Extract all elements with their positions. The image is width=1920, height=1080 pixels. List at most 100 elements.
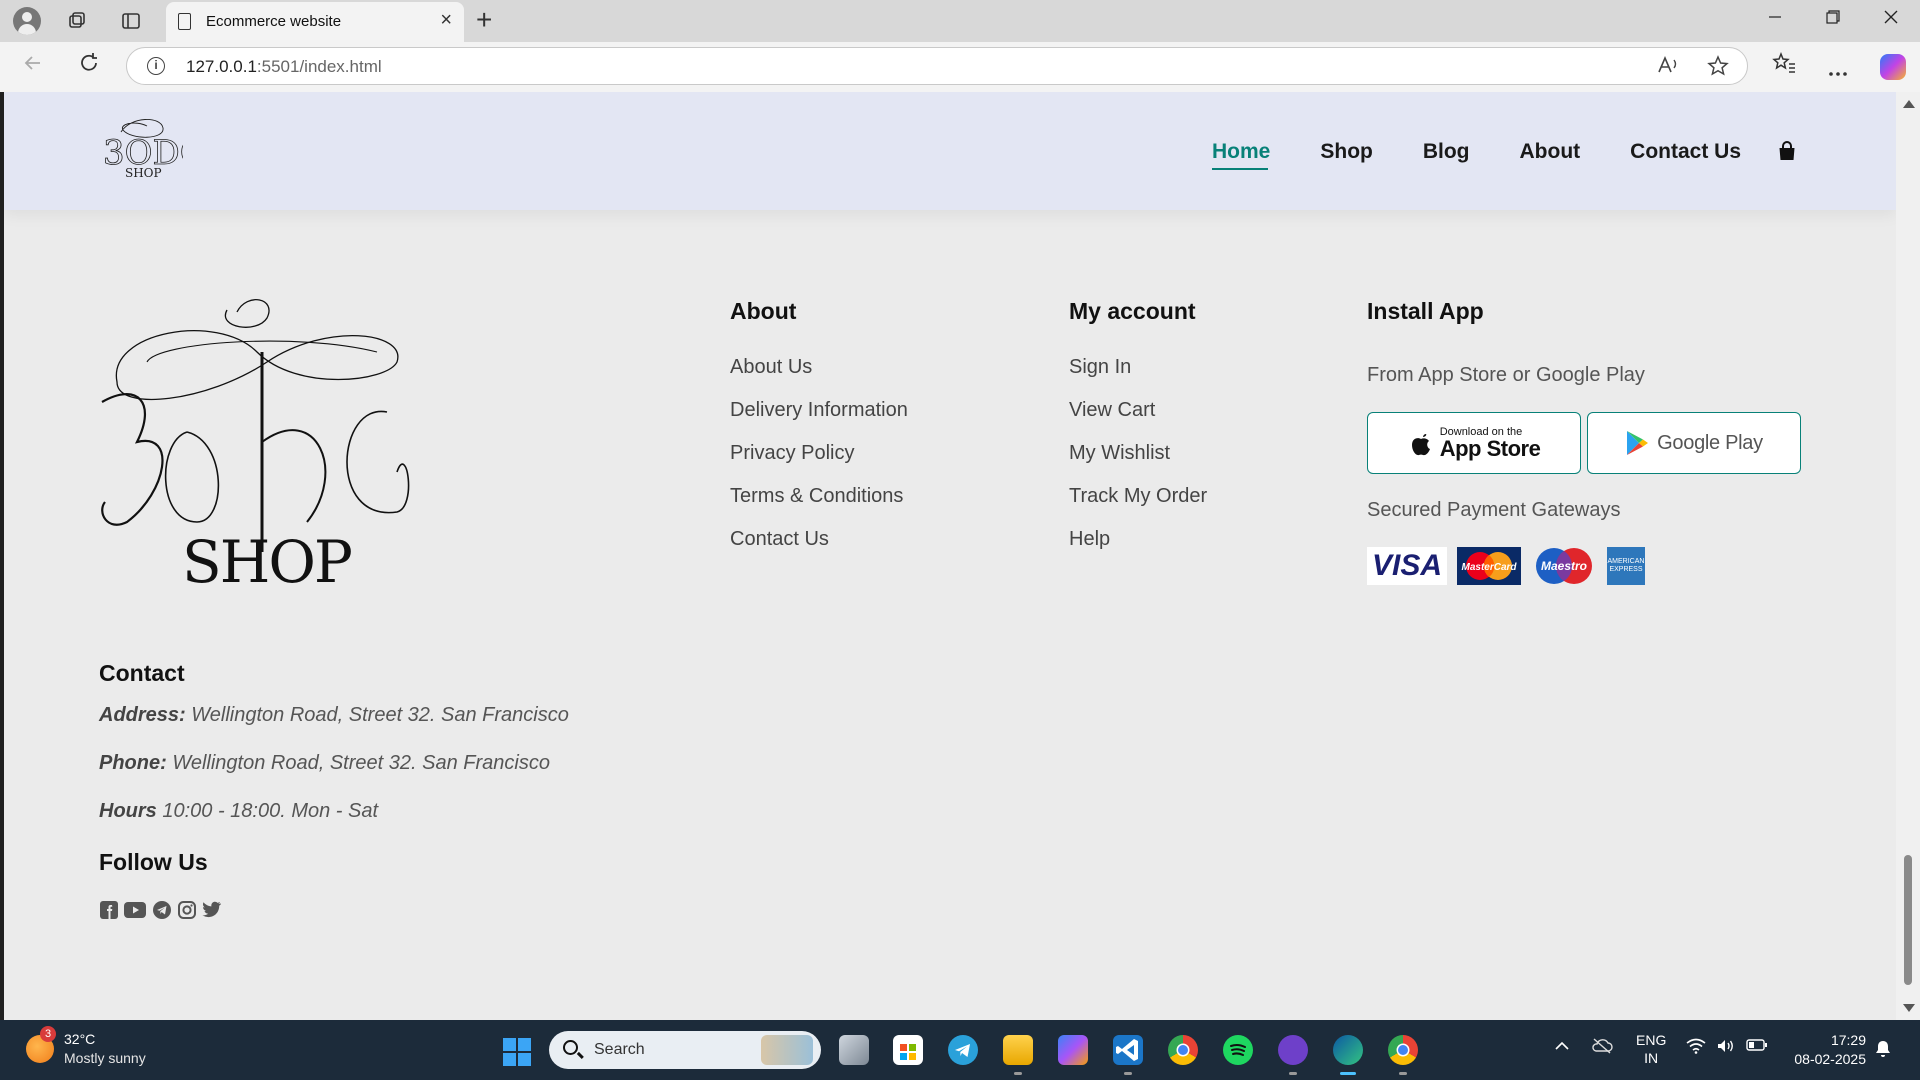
tab-close-icon[interactable]: × bbox=[440, 10, 452, 30]
site-info-icon[interactable]: i bbox=[147, 57, 165, 75]
follow-us-title: Follow Us bbox=[99, 849, 208, 875]
chrome-profile-icon[interactable] bbox=[1388, 1035, 1418, 1065]
hours-label: Hours bbox=[99, 800, 157, 822]
favorite-star-icon[interactable] bbox=[1707, 55, 1729, 83]
scroll-down-arrow-icon[interactable] bbox=[1903, 1004, 1915, 1012]
link-help[interactable]: Help bbox=[1069, 527, 1207, 570]
battery-icon[interactable] bbox=[1746, 1038, 1768, 1057]
about-title: About bbox=[730, 298, 797, 324]
taskbar-search[interactable]: Search bbox=[549, 1031, 821, 1069]
back-icon[interactable] bbox=[22, 52, 44, 80]
weather-temperature[interactable]: 32°C bbox=[64, 1031, 95, 1047]
url-input[interactable]: i 127.0.0.1:5501/index.html bbox=[126, 47, 1748, 85]
install-app-subtitle: From App Store or Google Play bbox=[1367, 364, 1645, 386]
more-menu-icon[interactable] bbox=[1828, 60, 1848, 83]
amex-logo: AMERICAN EXPRESS bbox=[1607, 547, 1645, 585]
youtube-icon[interactable] bbox=[124, 900, 146, 919]
link-my-wishlist[interactable]: My Wishlist bbox=[1069, 441, 1207, 484]
browser-tab-bar: Ecommerce website × + bbox=[0, 0, 1920, 42]
tab-title: Ecommerce website bbox=[206, 13, 342, 30]
nav-home[interactable]: Home bbox=[1212, 140, 1270, 170]
nav-shop[interactable]: Shop bbox=[1320, 140, 1373, 164]
read-aloud-icon[interactable] bbox=[1657, 55, 1679, 81]
copilot-app-icon[interactable] bbox=[1058, 1035, 1088, 1065]
main-nav: Home Shop Blog About Contact Us bbox=[1212, 140, 1791, 170]
reload-icon[interactable] bbox=[78, 52, 100, 80]
show-hidden-icons-chevron-icon[interactable] bbox=[1555, 1038, 1569, 1056]
contact-hours: Hours 10:00 - 18:00. Mon - Sat bbox=[99, 800, 378, 823]
link-sign-in[interactable]: Sign In bbox=[1069, 355, 1207, 398]
url-path: :5501/index.html bbox=[256, 57, 382, 76]
telegram-icon[interactable] bbox=[152, 900, 171, 919]
vertical-tabs-icon[interactable] bbox=[117, 7, 145, 35]
shop-logo[interactable]: 3ODC SHOP bbox=[101, 114, 183, 180]
volume-icon[interactable] bbox=[1716, 1038, 1736, 1059]
shopping-bag-icon[interactable] bbox=[1777, 141, 1797, 161]
link-contact-us[interactable]: Contact Us bbox=[730, 527, 908, 570]
facebook-icon[interactable] bbox=[99, 900, 118, 919]
start-windows-icon[interactable] bbox=[503, 1038, 531, 1066]
telegram-app-icon[interactable] bbox=[948, 1035, 978, 1065]
maestro-logo: Maestro bbox=[1531, 547, 1597, 585]
running-indicator bbox=[1399, 1072, 1407, 1075]
contact-address: Address: Wellington Road, Street 32. San… bbox=[99, 704, 569, 727]
input-language[interactable]: ENG IN bbox=[1636, 1031, 1666, 1067]
system-clock[interactable]: 17:29 08-02-2025 bbox=[1786, 1031, 1866, 1069]
hours-value: 10:00 - 18:00. Mon - Sat bbox=[156, 800, 379, 822]
github-desktop-icon[interactable] bbox=[1278, 1035, 1308, 1065]
link-about-us[interactable]: About Us bbox=[730, 355, 908, 398]
new-tab-button[interactable]: + bbox=[476, 4, 492, 36]
notification-bell-icon[interactable] bbox=[1875, 1040, 1891, 1063]
google-play-button[interactable]: Google Play bbox=[1587, 412, 1801, 474]
close-window-icon[interactable] bbox=[1884, 8, 1898, 29]
task-view-icon[interactable] bbox=[839, 1035, 869, 1065]
search-placeholder: Search bbox=[594, 1041, 645, 1058]
svg-text:SHOP: SHOP bbox=[182, 528, 351, 592]
chrome-icon[interactable] bbox=[1168, 1035, 1198, 1065]
microsoft-store-icon[interactable] bbox=[893, 1035, 923, 1065]
link-view-cart[interactable]: View Cart bbox=[1069, 398, 1207, 441]
edge-icon[interactable] bbox=[1333, 1035, 1363, 1065]
link-track-my-order[interactable]: Track My Order bbox=[1069, 484, 1207, 527]
phone-value: Wellington Road, Street 32. San Francisc… bbox=[166, 752, 550, 774]
page-scrollbar[interactable] bbox=[1896, 92, 1920, 1020]
link-privacy-policy[interactable]: Privacy Policy bbox=[730, 441, 908, 484]
file-explorer-icon[interactable] bbox=[1003, 1035, 1033, 1065]
contact-phone: Phone: Wellington Road, Street 32. San F… bbox=[99, 752, 550, 775]
app-store-button[interactable]: Download on the App Store bbox=[1367, 412, 1581, 474]
appstore-big-text: App Store bbox=[1439, 435, 1541, 461]
google-play-icon bbox=[1627, 431, 1649, 455]
maestro-text: Maestro bbox=[1541, 559, 1587, 573]
instagram-icon[interactable] bbox=[177, 900, 196, 919]
link-terms-conditions[interactable]: Terms & Conditions bbox=[730, 484, 908, 527]
apple-icon bbox=[1411, 434, 1430, 456]
favorites-icon[interactable] bbox=[1772, 51, 1796, 80]
visa-logo: VISA bbox=[1367, 547, 1447, 585]
copilot-icon[interactable] bbox=[1880, 54, 1906, 80]
onedrive-offline-icon[interactable] bbox=[1591, 1038, 1613, 1059]
site-header: 3ODC SHOP Home Shop Blog About Contact U… bbox=[4, 92, 1896, 210]
profile-icon[interactable] bbox=[13, 7, 41, 35]
restore-icon[interactable] bbox=[1826, 8, 1840, 29]
spotify-icon[interactable] bbox=[1223, 1035, 1253, 1065]
active-tab[interactable]: Ecommerce website × bbox=[166, 2, 464, 42]
twitter-icon[interactable] bbox=[202, 900, 221, 919]
weather-description[interactable]: Mostly sunny bbox=[64, 1050, 146, 1066]
running-indicator bbox=[1124, 1072, 1132, 1075]
link-delivery-information[interactable]: Delivery Information bbox=[730, 398, 908, 441]
nav-contact-us[interactable]: Contact Us bbox=[1630, 140, 1741, 164]
payments-title: Secured Payment Gateways bbox=[1367, 499, 1621, 521]
page-icon bbox=[178, 13, 191, 30]
address-value: Wellington Road, Street 32. San Francisc… bbox=[185, 704, 569, 726]
scroll-up-arrow-icon[interactable] bbox=[1903, 100, 1915, 108]
nav-blog[interactable]: Blog bbox=[1423, 140, 1470, 164]
url-host: 127.0.0.1 bbox=[186, 57, 257, 76]
wifi-icon[interactable] bbox=[1686, 1038, 1706, 1059]
nav-about[interactable]: About bbox=[1520, 140, 1581, 164]
contact-title: Contact bbox=[99, 660, 185, 686]
minimize-icon[interactable] bbox=[1768, 8, 1782, 29]
vscode-icon[interactable] bbox=[1113, 1035, 1143, 1065]
scroll-thumb[interactable] bbox=[1904, 855, 1912, 985]
workspaces-icon[interactable] bbox=[63, 7, 91, 35]
search-icon bbox=[563, 1040, 578, 1055]
